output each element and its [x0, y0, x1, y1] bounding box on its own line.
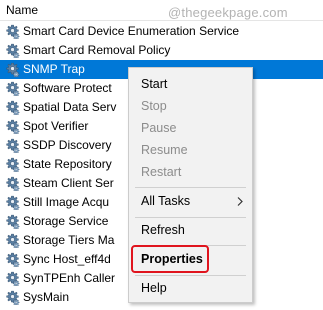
column-header: Name @thegeekpage.com — [0, 0, 323, 21]
menu-item-label: Restart — [141, 165, 182, 179]
menu-separator — [135, 217, 246, 218]
menu-item-label: Help — [141, 281, 167, 295]
menu-item-label: Resume — [141, 143, 188, 157]
gear-icon — [5, 252, 20, 268]
service-name: Storage Service — [23, 214, 109, 228]
gear-icon — [5, 100, 20, 116]
service-name: SynTPEnh Caller — [23, 271, 116, 285]
service-row[interactable]: Smart Card Device Enumeration Service — [0, 22, 323, 41]
watermark: @thegeekpage.com — [168, 5, 288, 20]
menu-item-label: Start — [141, 77, 168, 91]
gear-icon — [5, 271, 20, 287]
service-name: Smart Card Device Enumeration Service — [23, 24, 240, 38]
gear-icon — [5, 81, 20, 97]
gear-icon — [5, 62, 20, 78]
gear-icon — [5, 43, 20, 59]
menu-separator — [135, 187, 246, 188]
name-column-header[interactable]: Name — [6, 3, 38, 17]
service-name: Smart Card Removal Policy — [23, 43, 171, 57]
service-name: SSDP Discovery — [23, 138, 112, 152]
service-name: Spot Verifier — [23, 119, 89, 133]
menu-item-start[interactable]: Start — [129, 74, 252, 95]
gear-icon — [5, 119, 20, 135]
chevron-right-icon — [237, 197, 243, 206]
menu-item-help[interactable]: Help — [129, 278, 252, 299]
menu-separator — [135, 275, 246, 276]
service-name: Still Image Acqu — [23, 195, 110, 209]
service-name: Software Protect — [23, 81, 112, 95]
gear-icon — [5, 157, 20, 173]
service-name: Sync Host_eff4d — [23, 252, 111, 266]
service-name: SysMain — [23, 290, 70, 304]
service-name: Spatial Data Serv — [23, 100, 117, 114]
gear-icon — [5, 214, 20, 230]
menu-item-pause: Pause — [129, 118, 252, 139]
gear-icon — [5, 195, 20, 211]
menu-item-label: Refresh — [141, 223, 185, 237]
service-name: SNMP Trap — [23, 62, 85, 76]
menu-item-refresh[interactable]: Refresh — [129, 220, 252, 241]
service-name: State Repository — [23, 157, 112, 171]
service-name: Steam Client Ser — [23, 176, 114, 190]
service-name: Storage Tiers Ma — [23, 233, 115, 247]
gear-icon — [5, 233, 20, 249]
menu-item-label: Stop — [141, 99, 167, 113]
gear-icon — [5, 138, 20, 154]
menu-item-resume: Resume — [129, 140, 252, 161]
properties-highlight-box — [131, 245, 209, 273]
menu-item-label: Pause — [141, 121, 177, 135]
menu-item-stop: Stop — [129, 96, 252, 117]
service-row[interactable]: Smart Card Removal Policy — [0, 41, 323, 60]
menu-item-label: All Tasks — [141, 194, 191, 208]
gear-icon — [5, 290, 20, 306]
gear-icon — [5, 176, 20, 192]
menu-item-all-tasks[interactable]: All Tasks — [129, 191, 252, 212]
gear-icon — [5, 24, 20, 40]
menu-item-restart: Restart — [129, 162, 252, 183]
